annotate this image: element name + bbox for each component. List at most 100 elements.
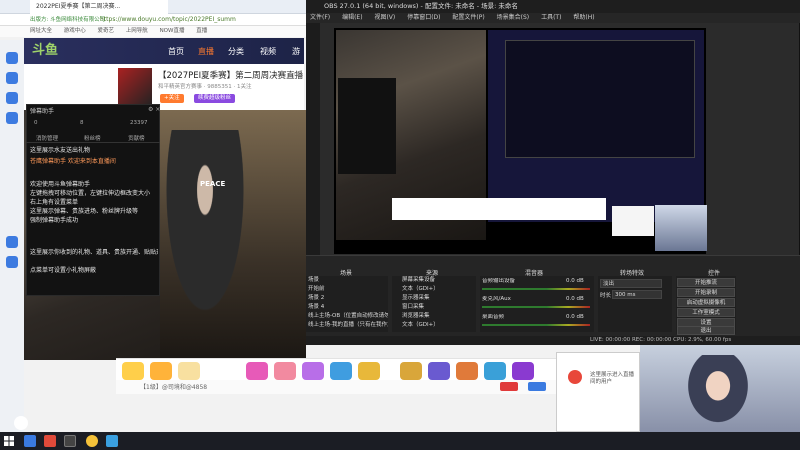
transition-select[interactable]: 淡出: [600, 279, 662, 288]
gift-item[interactable]: [456, 362, 478, 380]
transitions-panel: 淡出 时长 300 ms: [598, 276, 672, 332]
gift-item[interactable]: [150, 362, 172, 380]
audio-mixer: 音频输出设备 0.0 dB 麦克风/Aux 0.0 dB 桌面音频 0.0 dB: [480, 276, 594, 332]
gift-item[interactable]: [484, 362, 506, 380]
mixer-channel-db: 0.0 dB: [566, 314, 584, 320]
settings-icon[interactable]: ⚙ ×: [148, 106, 160, 113]
site-badge: 出版方: 斗鱼网络科技有限公司: [30, 17, 106, 23]
nav-video[interactable]: 视频: [260, 46, 276, 57]
gift-item[interactable]: [358, 362, 380, 380]
gift-item[interactable]: [122, 362, 144, 380]
tab-fans[interactable]: 粉丝榜: [84, 134, 101, 142]
app-icon[interactable]: [6, 92, 18, 104]
follow-button[interactable]: +关注: [160, 94, 184, 103]
menu-file[interactable]: 文件(F): [310, 14, 330, 21]
nav-live[interactable]: 直播: [198, 46, 214, 57]
duration-label: 时长: [600, 293, 612, 299]
nav-game[interactable]: 游: [292, 46, 300, 57]
preview-chat-capture: [338, 78, 396, 174]
menu-scene-collection[interactable]: 场景集合(S): [497, 14, 530, 21]
webcam-person: [680, 355, 756, 432]
gift-item[interactable]: [330, 362, 352, 380]
floating-button[interactable]: [14, 416, 28, 430]
menu-help[interactable]: 帮助(H): [573, 14, 594, 21]
chat-line: 这里展示你收到的礼物、道具、贵族开通、贴贴开通: [30, 249, 158, 256]
jersey-text: PEACE: [200, 180, 226, 188]
user-level-text: 【1级】@司境和@4858: [140, 384, 208, 391]
app-taskbar-icon[interactable]: [44, 435, 56, 447]
super-fan-button[interactable]: 续费超级粉丝: [194, 94, 236, 103]
bookmark-item[interactable]: 直播: [196, 28, 207, 34]
mixer-channel-name: 麦克风/Aux: [482, 296, 511, 302]
avatar[interactable]: [568, 370, 582, 384]
start-streaming-button[interactable]: 开始推流: [677, 278, 735, 287]
site-logo[interactable]: 斗鱼: [32, 40, 112, 62]
browser-taskbar-icon[interactable]: [86, 435, 98, 447]
virtual-camera-button[interactable]: 启动虚拟摄像机: [677, 298, 735, 307]
nav-category[interactable]: 分类: [228, 46, 244, 57]
bookmark-item[interactable]: 网址大全: [30, 28, 52, 34]
steam-icon[interactable]: [24, 435, 36, 447]
url-text[interactable]: https://www.douyu.com/topic/2022PEI_summ: [100, 14, 310, 26]
studio-mode-button[interactable]: 工作室模式: [677, 308, 735, 317]
menu-tools[interactable]: 工具(T): [541, 14, 561, 21]
source-item[interactable]: 显示器采集: [392, 294, 476, 303]
room-tag: 分组: [290, 72, 302, 78]
source-item[interactable]: 窗口采集: [392, 303, 476, 312]
source-item[interactable]: 浏览器采集: [392, 312, 476, 321]
tab-contrib[interactable]: 贡献榜: [128, 134, 145, 142]
chat-line: 右上角有设置菜单: [30, 199, 79, 206]
scene-item[interactable]: 线上主场-我的直播（只有在我作为主持者时调用）: [306, 321, 388, 330]
scenes-list: 场景 开始前 场景 2 场景 4 线上主场-OB（位置自动修改请勿删除） 线上主…: [306, 276, 388, 332]
obs-statusbar: LIVE: 00:00:00 REC: 00:00:00 CPU: 2.9%, …: [306, 336, 800, 345]
source-item[interactable]: 文本（GDI+）: [392, 321, 476, 330]
app-icon[interactable]: [6, 112, 18, 124]
send-button[interactable]: [500, 382, 518, 391]
scene-item[interactable]: 开始前: [306, 285, 388, 294]
scene-item[interactable]: 场景: [306, 276, 388, 285]
menu-profile[interactable]: 配置文件(P): [452, 14, 484, 21]
mixer-channel-name: 桌面音频: [482, 314, 505, 320]
gift-item[interactable]: [274, 362, 296, 380]
app-taskbar-icon[interactable]: [106, 435, 118, 447]
scene-item[interactable]: 场景 2: [306, 294, 388, 303]
app-icon[interactable]: [6, 236, 18, 248]
room-avatar[interactable]: [118, 68, 152, 106]
gift-item[interactable]: [428, 362, 450, 380]
gift-item[interactable]: [400, 362, 422, 380]
obs-menubar: 文件(F) 编辑(E) 视图(V) 停靠窗口(D) 配置文件(P) 场景集合(S…: [306, 13, 800, 23]
exit-button[interactable]: 退出: [677, 326, 735, 335]
gift-item[interactable]: [246, 362, 268, 380]
windows-start-icon[interactable]: [2, 434, 16, 448]
app-icon[interactable]: [6, 72, 18, 84]
gift-item[interactable]: [302, 362, 324, 380]
app-icon[interactable]: [6, 52, 18, 64]
app-icon[interactable]: [6, 256, 18, 268]
scene-item[interactable]: 线上主场-OB（位置自动修改请勿删除）: [306, 312, 388, 321]
bookmark-item[interactable]: NOW直播: [160, 28, 185, 34]
source-item[interactable]: 屏幕采集设备: [392, 276, 476, 285]
obs-taskbar-icon[interactable]: [64, 435, 76, 447]
gift-item[interactable]: [512, 362, 534, 380]
start-recording-button[interactable]: 开始录制: [677, 288, 735, 297]
gift-item[interactable]: [178, 362, 200, 380]
charge-button[interactable]: [528, 382, 546, 391]
scene-item[interactable]: 场景 4: [306, 303, 388, 312]
preview-viewer-capture: [612, 206, 654, 236]
nav-home[interactable]: 首页: [168, 46, 184, 57]
tab-fire[interactable]: 消防管理: [36, 134, 58, 142]
chat-line: 左键拖拽可移动位置，左键拉伸边框改变大小: [30, 190, 151, 197]
browser-tab[interactable]: 2022PEI夏季赛【第二周决赛...: [30, 0, 168, 14]
bookmark-item[interactable]: 游戏中心: [64, 28, 86, 34]
chat-line: 这里展示弹幕、贵族进场、粉丝牌升级等: [30, 208, 139, 215]
volume-meter: [482, 324, 590, 326]
bookmark-item[interactable]: 爱奇艺: [98, 28, 115, 34]
source-item[interactable]: 文本（GDI+）: [392, 285, 476, 294]
duration-input[interactable]: 300 ms: [612, 290, 662, 299]
viewer-panel: [556, 352, 640, 432]
menu-view[interactable]: 视图(V): [374, 14, 395, 21]
menu-docks[interactable]: 停靠窗口(D): [407, 14, 440, 21]
bookmark-item[interactable]: 上网导航: [126, 28, 148, 34]
menu-edit[interactable]: 编辑(E): [342, 14, 362, 21]
room-meta: 和平精英官方赛事 · 9885351 · 1关注: [158, 84, 252, 90]
